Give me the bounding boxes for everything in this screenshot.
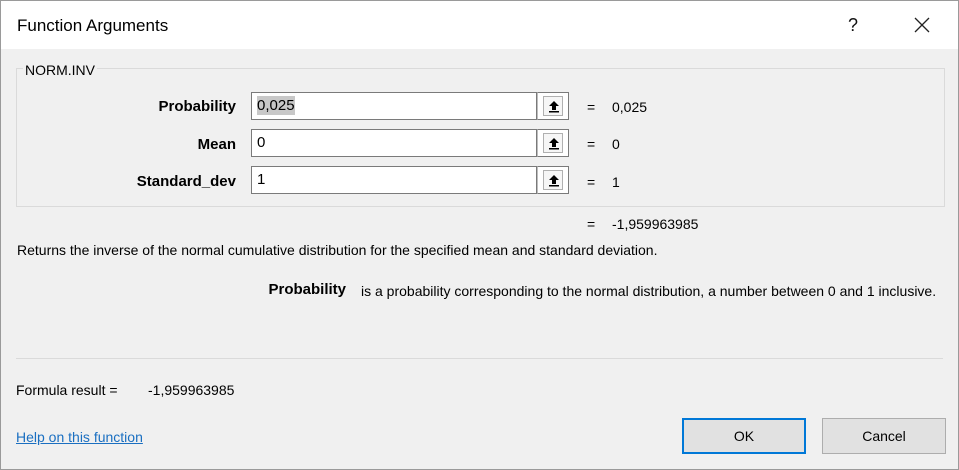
mean-collapse-button[interactable] — [537, 129, 569, 157]
equals-sign: = — [587, 136, 596, 152]
standard-dev-input[interactable]: 1 — [251, 166, 537, 194]
arg-label-mean: Mean — [197, 136, 236, 153]
help-on-function-link[interactable]: Help on this function — [16, 429, 143, 445]
divider — [16, 358, 943, 359]
arg-result-mean: 0 — [612, 136, 620, 152]
function-description: Returns the inverse of the normal cumula… — [17, 242, 658, 258]
param-help-name: Probability — [268, 281, 346, 298]
probability-input[interactable]: 0,025 — [251, 92, 537, 120]
mean-input[interactable]: 0 — [251, 129, 537, 157]
title-bar: Function Arguments ? — [1, 1, 958, 49]
ok-button[interactable]: OK — [682, 418, 806, 454]
function-name: NORM.INV — [23, 62, 97, 78]
arg-label-standard-dev: Standard_dev — [136, 173, 236, 190]
formula-result-label: Formula result = — [16, 382, 118, 398]
equals-sign: = — [587, 174, 596, 190]
collapse-dialog-icon — [549, 138, 559, 150]
close-icon — [914, 17, 930, 33]
close-button[interactable] — [899, 5, 945, 45]
cancel-button[interactable]: Cancel — [822, 418, 946, 454]
dialog-title: Function Arguments — [17, 16, 169, 35]
function-arguments-dialog: Function Arguments ? NORM.INV Probabilit… — [0, 0, 959, 470]
standard-dev-collapse-button[interactable] — [537, 166, 569, 194]
help-button[interactable]: ? — [833, 5, 873, 45]
arg-result-probability: 0,025 — [612, 99, 648, 115]
param-help-text: is a probability corresponding to the no… — [361, 283, 937, 299]
arg-result-standard-dev: 1 — [612, 174, 620, 190]
equals-sign: = — [587, 216, 596, 232]
equals-sign: = — [587, 99, 596, 115]
collapse-dialog-icon — [549, 175, 559, 187]
probability-input-value: 0,025 — [257, 96, 295, 115]
formula-result-value: -1,959963985 — [148, 382, 235, 398]
function-result: -1,959963985 — [612, 216, 699, 232]
collapse-dialog-icon — [549, 101, 559, 113]
probability-collapse-button[interactable] — [537, 92, 569, 120]
arg-label-probability: Probability — [158, 98, 236, 115]
